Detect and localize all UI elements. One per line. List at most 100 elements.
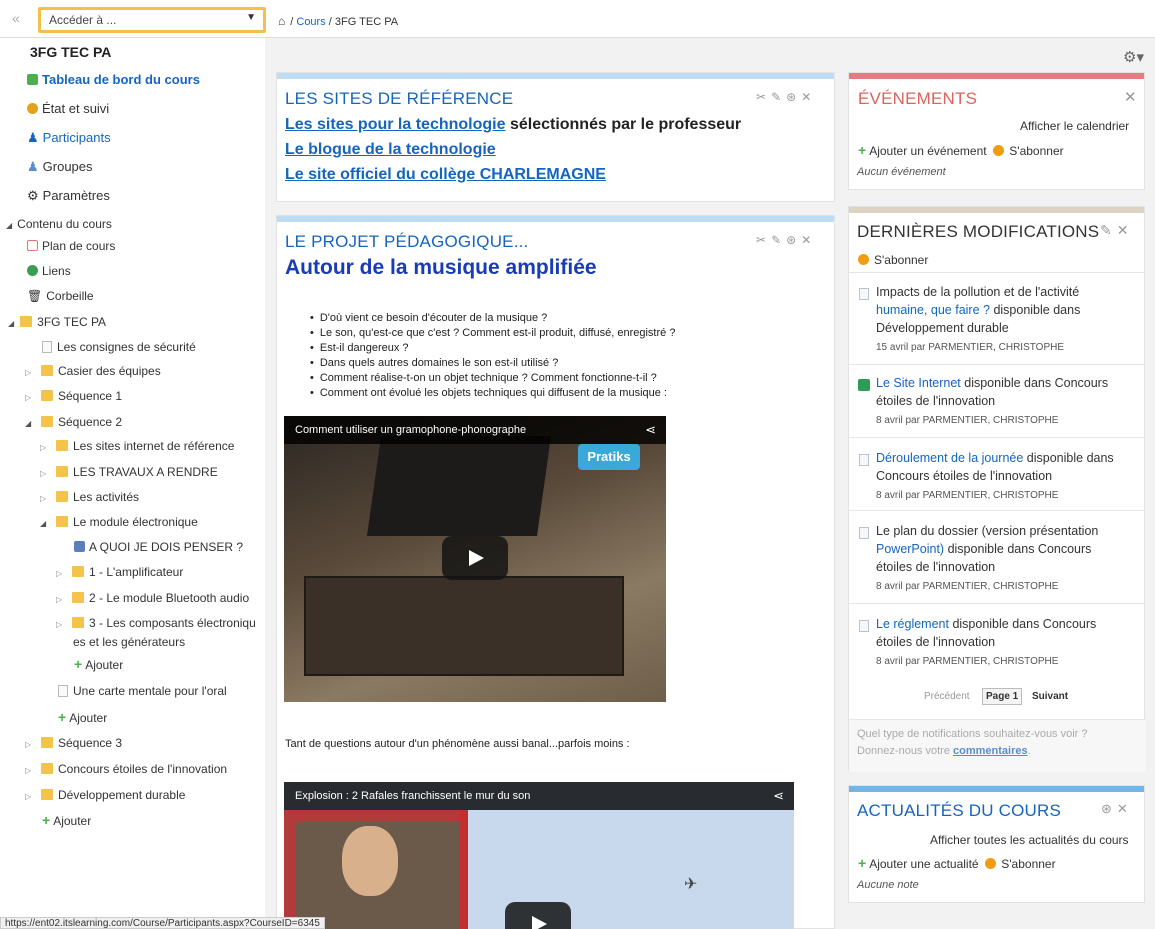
sidebar-item-label: État et suivi (42, 101, 110, 116)
blogue-link[interactable]: Le blogue de la technologie (285, 141, 496, 159)
college-link-text[interactable]: Le site officiel du collège CHARLEMAGNE (285, 166, 606, 183)
tree-carte[interactable]: Une carte mentale pour l'oral (58, 684, 227, 698)
sidebar-item-dashboard[interactable]: Tableau de bord du cours (27, 72, 200, 87)
video-gramophone[interactable]: Comment utiliser un gramophone-phonograp… (284, 416, 666, 702)
add-button[interactable]: + Ajouter (74, 656, 123, 672)
close-icon[interactable]: ✕ (1117, 222, 1134, 238)
sites-technologie-link[interactable]: Les sites pour la technologie (285, 116, 506, 133)
panel-tools[interactable]: ✂✎⊛✕ (756, 90, 816, 104)
panel-tools[interactable]: ✎✕ (1100, 222, 1133, 239)
tree-ampli[interactable]: ▷ 1 - L'amplificateur (56, 565, 183, 579)
collapse-sidebar-icon[interactable]: « (12, 10, 20, 26)
sidebar-item-etat[interactable]: État et suivi (27, 101, 109, 116)
video-rafales[interactable]: Explosion : 2 Rafales franchissent le mu… (284, 782, 794, 929)
tree-root[interactable]: ◢ 3FG TEC PA (8, 315, 106, 329)
course-title: 3FG TEC PA (30, 44, 112, 60)
play-button[interactable] (505, 902, 571, 929)
link-icon[interactable]: ⊛ (786, 90, 801, 104)
document-icon (859, 527, 869, 539)
video-divider (460, 810, 468, 929)
edit-icon[interactable]: ✎ (771, 233, 786, 247)
subscribe-label[interactable]: S'abonner (1009, 144, 1063, 158)
pager-next[interactable]: Suivant (1032, 691, 1068, 702)
tree-casier[interactable]: ▷ Casier des équipes (25, 364, 161, 378)
change-line: Déroulement de la journée disponible dan… (876, 451, 1114, 465)
close-icon[interactable]: ✕ (1124, 88, 1137, 106)
tree-seq1[interactable]: ▷ Séquence 1 (25, 389, 122, 403)
chart-icon (27, 103, 38, 114)
add-event-button[interactable]: + Ajouter un événement S'abonner (858, 142, 1064, 158)
change-link[interactable]: PowerPoint) (876, 542, 944, 556)
share-icon[interactable]: ⋖ (645, 422, 656, 438)
tree-consignes[interactable]: Les consignes de sécurité (42, 340, 196, 354)
tree-module[interactable]: ◢ Le module électronique (40, 515, 198, 529)
sidebar-item-groupes[interactable]: ♟ Groupes (27, 159, 93, 175)
calendar-link[interactable]: Afficher le calendrier (1020, 119, 1129, 133)
pager-prev[interactable]: Précédent (924, 691, 970, 702)
pager-current: Page 1 (982, 688, 1023, 705)
change-link[interactable]: Déroulement de la journée (876, 451, 1023, 465)
change-link[interactable]: Impacts de la pollution et de l'activité (876, 285, 1079, 299)
college-link[interactable]: Le site officiel du collège CHARLEMAGNE (285, 166, 606, 184)
share-icon[interactable]: ⋖ (773, 788, 784, 804)
close-icon[interactable]: ✕ (1117, 801, 1133, 816)
gear-icon[interactable]: ⚙▾ (1123, 48, 1144, 66)
panel-tools[interactable]: ✂✎⊛✕ (756, 233, 816, 247)
sidebar-item-label: Paramètres (42, 188, 110, 203)
document-icon (859, 288, 869, 300)
tree-liens[interactable]: Liens (27, 264, 71, 278)
collapsed-icon: ▷ (25, 368, 32, 377)
change-link[interactable]: humaine, que faire ? (876, 303, 990, 317)
link-icon[interactable]: ⊛ (1101, 801, 1117, 816)
changes-subscribe[interactable]: S'abonner (858, 253, 928, 267)
play-button[interactable] (442, 536, 508, 580)
collapsed-icon: ▷ (56, 620, 63, 629)
change-link[interactable]: Le Site Internet (876, 376, 961, 390)
subscribe-label[interactable]: S'abonner (1001, 857, 1055, 871)
video-title: Explosion : 2 Rafales franchissent le mu… (284, 782, 794, 810)
cut-icon[interactable]: ✂ (756, 90, 771, 104)
add-button[interactable]: + Ajouter (42, 812, 91, 828)
tree-seq2[interactable]: ◢ Séquence 2 (25, 415, 122, 429)
tree-concours[interactable]: ▷ Concours étoiles de l'innovation (25, 762, 227, 776)
feedback-link[interactable]: commentaires (953, 745, 1028, 757)
tree-plan[interactable]: Plan de cours (27, 239, 115, 253)
panel-tools[interactable]: ⊛✕ (1101, 801, 1133, 817)
collapsed-icon: ▷ (25, 393, 32, 402)
close-icon[interactable]: ✕ (801, 233, 816, 247)
change-meta: 8 avril par PARMENTIER, CHRISTOPHE (876, 656, 1059, 667)
sidebar-item-participants[interactable]: ♟ Participants (27, 130, 111, 146)
edit-icon[interactable]: ✎ (1100, 222, 1117, 238)
tree-label: Plan de cours (42, 239, 116, 253)
link-icon[interactable]: ⊛ (786, 233, 801, 247)
change-place: Développement durable (876, 321, 1009, 335)
tree-composants[interactable]: ▷ 3 - Les composants électroniqu (56, 616, 256, 630)
breadcrumb-cours-link[interactable]: Cours (296, 16, 325, 28)
add-label: Ajouter (53, 814, 92, 828)
tree-travaux[interactable]: ▷ LES TRAVAUX A RENDRE (40, 465, 218, 479)
news-all-link[interactable]: Afficher toutes les actualités du cours (930, 833, 1129, 847)
tree-label: Contenu du cours (17, 217, 112, 231)
tree-composants-wrap[interactable]: es et les générateurs (73, 635, 185, 649)
blogue-link-text[interactable]: Le blogue de la technologie (285, 141, 496, 158)
tree-contenu[interactable]: ◢ Contenu du cours (6, 217, 112, 231)
change-link[interactable]: Le réglement (876, 617, 949, 631)
tree-activites[interactable]: ▷ Les activités (40, 490, 139, 504)
jet-icon: ✈ (684, 876, 698, 893)
home-icon[interactable]: ⌂ (278, 14, 285, 28)
tree-penser[interactable]: A QUOI JE DOIS PENSER ? (74, 540, 243, 554)
add-button[interactable]: + Ajouter (58, 709, 107, 725)
close-icon[interactable]: ✕ (801, 90, 816, 104)
tree-sites[interactable]: ▷ Les sites internet de référence (40, 439, 234, 453)
tree-corbeille[interactable]: 🗑 Corbeille (27, 289, 94, 303)
tree-bluetooth[interactable]: ▷ 2 - Le module Bluetooth audio (56, 591, 249, 605)
cut-icon[interactable]: ✂ (756, 233, 771, 247)
sidebar-item-parametres[interactable]: ⚙ Paramètres (27, 188, 110, 204)
edit-icon[interactable]: ✎ (771, 90, 786, 104)
tree-dev[interactable]: ▷ Développement durable (25, 788, 185, 802)
tree-seq3[interactable]: ▷ Séquence 3 (25, 736, 122, 750)
collapsed-icon: ▷ (56, 569, 63, 578)
goto-select[interactable]: Accéder à ... ▼ (38, 7, 266, 33)
add-news-button[interactable]: + Ajouter une actualité S'abonner (858, 855, 1056, 871)
change-link[interactable]: Le plan du dossier (version présentation (876, 524, 1098, 538)
